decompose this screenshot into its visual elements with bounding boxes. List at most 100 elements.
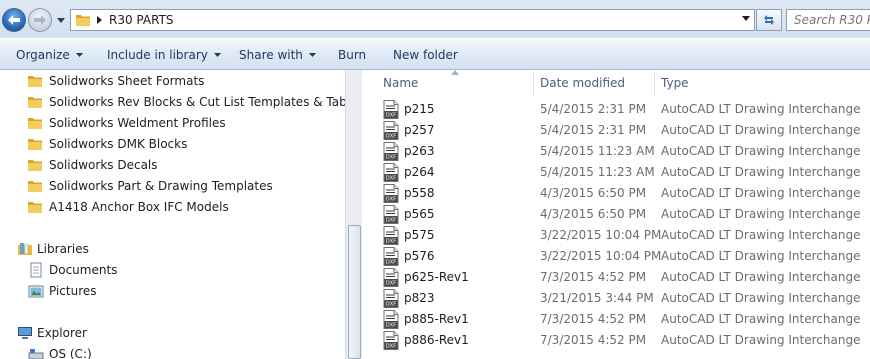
file-date-modified: 3/22/2015 10:04 PM [540,249,662,263]
pictures-icon [28,283,44,299]
folder-icon [27,199,43,215]
svg-text:DXF: DXF [386,323,396,329]
chevron-down-icon [213,52,221,57]
file-row[interactable]: DXF p886-Rev1 7/3/2015 4:52 PM AutoCAD LT D… [363,330,870,351]
folder-icon [27,94,43,110]
svg-text:DXF: DXF [386,176,396,182]
nav-libraries-label: Libraries [37,241,89,256]
file-date-modified: 5/4/2015 2:31 PM [540,102,647,116]
file-type: AutoCAD LT Drawing Interchange [661,249,861,263]
forward-arrow-icon [34,15,46,25]
dxf-file-icon: DXF [383,331,399,350]
nav-folder-item[interactable]: Solidworks Weldment Profiles [27,112,226,133]
file-row[interactable]: DXF p565 4/3/2015 6:50 PM AutoCAD LT Drawin… [363,204,870,225]
recent-pages-button[interactable] [56,14,66,26]
nav-folder-item[interactable]: A1418 Anchor Box IFC Models [27,196,229,217]
file-row[interactable]: DXF p263 5/4/2015 11:23 AM AutoCAD LT Drawi… [363,141,870,162]
column-type-label: Type [661,76,689,90]
nav-pictures[interactable]: Pictures [28,280,97,301]
file-type: AutoCAD LT Drawing Interchange [661,165,861,179]
burn-button[interactable]: Burn [338,39,366,70]
file-type: AutoCAD LT Drawing Interchange [661,102,861,116]
file-date-modified: 7/3/2015 4:52 PM [540,333,647,347]
dxf-file-icon: DXF [383,268,399,287]
organize-button[interactable]: Organize [16,39,83,70]
file-name: p565 [404,207,435,221]
chevron-down-icon [308,52,316,57]
file-date-modified: 4/3/2015 6:50 PM [540,207,647,221]
file-name: p264 [404,165,435,179]
nav-drive-label: OS (C:) [49,346,92,359]
computer-icon [17,325,33,341]
dxf-file-icon: DXF [383,289,399,308]
search-input[interactable] [786,9,870,31]
svg-text:DXF: DXF [386,155,396,161]
documents-icon [28,262,44,278]
navigation-scrollbar[interactable] [345,70,362,359]
nav-folder-label: A1418 Anchor Box IFC Models [49,199,229,214]
file-row[interactable]: DXF p576 3/22/2015 10:04 PM AutoCAD LT Draw… [363,246,870,267]
file-row[interactable]: DXF p885-Rev1 7/3/2015 4:52 PM AutoCAD LT D… [363,309,870,330]
file-name: p576 [404,249,435,263]
navigation-pane: Solidworks Sheet Formats Solidworks Rev … [0,70,345,359]
address-bar[interactable]: R30 PARTS [70,9,755,31]
include-in-library-label: Include in library [107,47,208,62]
file-date-modified: 4/3/2015 6:50 PM [540,186,647,200]
file-type: AutoCAD LT Drawing Interchange [661,207,861,221]
forward-button[interactable] [28,8,52,32]
scrollbar-thumb[interactable] [348,225,361,359]
address-dropdown-icon[interactable] [742,16,750,21]
column-header-type[interactable]: Type [661,70,689,96]
file-date-modified: 5/4/2015 11:23 AM [540,144,655,158]
file-type: AutoCAD LT Drawing Interchange [661,270,861,284]
nav-folder-item[interactable]: Solidworks Rev Blocks & Cut List Templat… [27,91,345,112]
nav-explorer-label: Explorer [37,325,87,340]
file-row[interactable]: DXF p575 3/22/2015 10:04 PM AutoCAD LT Draw… [363,225,870,246]
svg-text:DXF: DXF [386,197,396,203]
column-header-name[interactable]: Name [383,70,418,96]
new-folder-button[interactable]: New folder [393,39,458,70]
svg-text:DXF: DXF [386,281,396,287]
chevron-down-icon [75,52,83,57]
nav-folder-item[interactable]: Solidworks Decals [27,154,158,175]
refresh-button[interactable] [756,9,782,31]
svg-text:DXF: DXF [386,113,396,119]
dxf-file-icon: DXF [383,226,399,245]
file-type: AutoCAD LT Drawing Interchange [661,312,861,326]
column-divider[interactable] [654,72,655,96]
dxf-file-icon: DXF [383,247,399,266]
folder-icon [27,136,43,152]
file-name: p215 [404,102,435,116]
file-row[interactable]: DXF p558 4/3/2015 6:50 PM AutoCAD LT Drawin… [363,183,870,204]
breadcrumb-current[interactable]: R30 PARTS [109,13,174,27]
file-row[interactable]: DXF p625-Rev1 7/3/2015 4:52 PM AutoCAD LT D… [363,267,870,288]
breadcrumb-separator-icon[interactable] [97,16,102,24]
file-name: p558 [404,186,435,200]
include-in-library-button[interactable]: Include in library [107,39,221,70]
file-row[interactable]: DXF p264 5/4/2015 11:23 AM AutoCAD LT Drawi… [363,162,870,183]
share-with-button[interactable]: Share with [239,39,316,70]
nav-documents[interactable]: Documents [28,259,117,280]
file-name: p257 [404,123,435,137]
nav-folder-item[interactable]: Solidworks DMK Blocks [27,133,187,154]
file-row[interactable]: DXF p215 5/4/2015 2:31 PM AutoCAD LT Drawin… [363,99,870,120]
organize-label: Organize [16,47,70,62]
nav-folder-item[interactable]: Solidworks Sheet Formats [27,70,204,91]
command-bar: Organize Include in library Share with B… [0,38,870,70]
nav-libraries[interactable]: Libraries [17,238,89,259]
file-type: AutoCAD LT Drawing Interchange [661,123,861,137]
file-row[interactable]: DXF p823 3/21/2015 3:44 PM AutoCAD LT Drawi… [363,288,870,309]
column-divider[interactable] [533,72,534,96]
file-type: AutoCAD LT Drawing Interchange [661,144,861,158]
nav-folder-item[interactable]: Solidworks Part & Drawing Templates [27,175,273,196]
back-button[interactable] [2,8,26,32]
file-row[interactable]: DXF p257 5/4/2015 2:31 PM AutoCAD LT Drawin… [363,120,870,141]
nav-folder-label: Solidworks DMK Blocks [49,136,188,151]
nav-drive-c[interactable]: OS (C:) [28,343,92,359]
nav-folder-label: Solidworks Weldment Profiles [49,115,226,130]
column-header-date-modified[interactable]: Date modified [540,70,625,96]
nav-explorer[interactable]: Explorer [17,322,87,343]
share-with-label: Share with [239,47,303,62]
file-name: p885-Rev1 [404,312,469,326]
file-type: AutoCAD LT Drawing Interchange [661,186,861,200]
